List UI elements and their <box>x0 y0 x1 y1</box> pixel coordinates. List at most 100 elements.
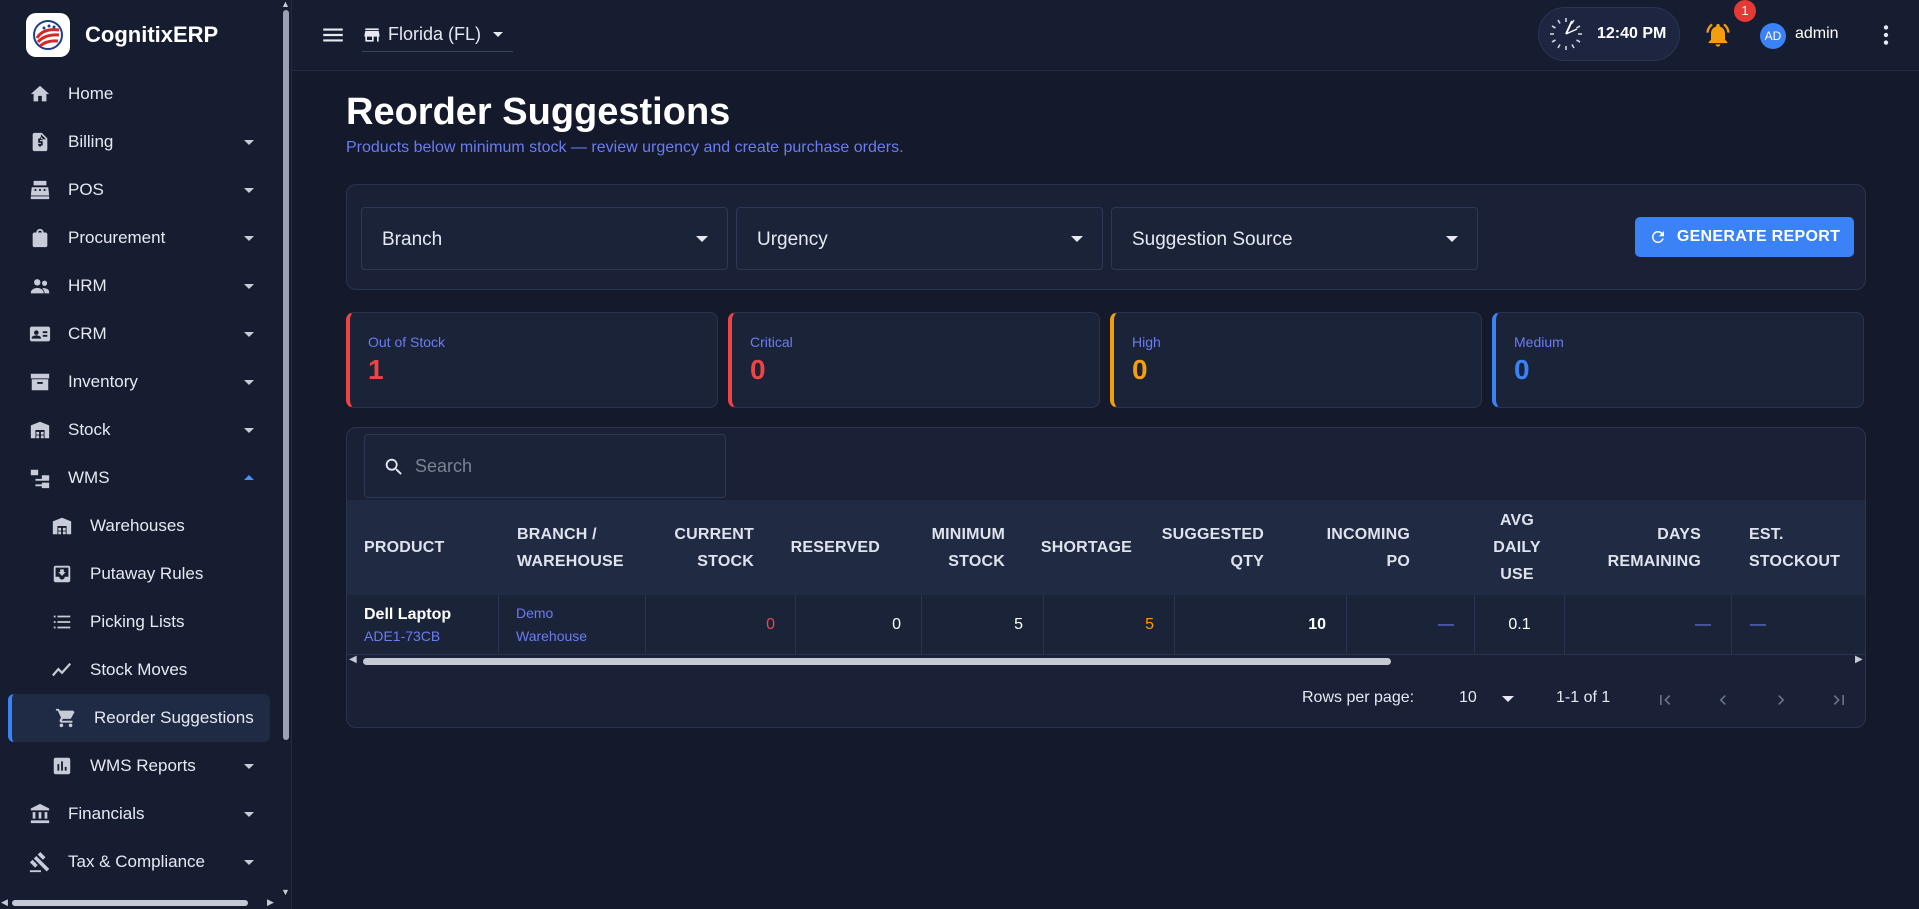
column-header-incoming-po[interactable]: INCOMING PO <box>1307 500 1410 595</box>
branch-selector[interactable]: Florida (FL) <box>362 18 514 52</box>
chevron-down-icon <box>244 140 254 145</box>
brand-name: CognitixERP <box>85 22 219 47</box>
product-sku[interactable]: ADE1-73CB <box>364 628 440 644</box>
column-header-minimum-stock[interactable]: MINIMUM STOCK <box>907 500 1005 595</box>
table-horizontal-scrollbar-thumb[interactable] <box>363 658 1391 665</box>
search-input[interactable] <box>415 453 705 479</box>
chevron-down-icon <box>244 812 254 817</box>
sidebar-item-pos[interactable]: POS <box>0 166 280 214</box>
sidebar-item-warehouses[interactable]: Warehouses <box>0 502 280 550</box>
page-title: Reorder Suggestions <box>346 91 731 133</box>
high-card: High 0 <box>1110 312 1482 408</box>
warehouse-link[interactable]: Demo Warehouse <box>516 602 587 648</box>
username[interactable]: admin <box>1795 25 1839 43</box>
sidebar-item-label: Warehouses <box>90 516 185 535</box>
sidebar-item-crm[interactable]: CRM <box>0 310 280 358</box>
brand-logo <box>26 13 70 57</box>
sidebar-item-billing[interactable]: Billing <box>0 118 280 166</box>
scroll-left-arrow-icon[interactable]: ◀ <box>349 654 357 665</box>
sidebar-item-label: WMS <box>68 468 110 487</box>
menu-icon[interactable] <box>320 22 346 48</box>
branch-filter-label: Branch <box>382 229 443 250</box>
sidebar-item-financials[interactable]: Financials <box>0 790 280 838</box>
avatar[interactable]: AD <box>1760 23 1786 49</box>
column-header-branch-warehouse[interactable]: BRANCH / WAREHOUSE <box>517 500 637 595</box>
sidebar-item-inventory[interactable]: Inventory <box>0 358 280 406</box>
sidebar-item-tax-compliance[interactable]: Tax & Compliance <box>0 838 280 886</box>
sidebar-item-reorder-suggestions[interactable]: Reorder Suggestions <box>8 694 270 742</box>
column-header-avg-daily-use[interactable]: AVG DAILY USE <box>1482 500 1552 595</box>
column-header-est-stockout[interactable]: EST. STOCKOUT <box>1749 500 1859 595</box>
sidebar-item-wms-reports[interactable]: WMS Reports <box>0 742 280 790</box>
suggestion-source-filter-select[interactable]: Suggestion Source <box>1111 207 1478 270</box>
previous-page-icon[interactable] <box>1708 685 1738 715</box>
table-row[interactable]: Dell Laptop ADE1-73CB Demo Warehouse 0 0 … <box>347 595 1865 655</box>
chevron-down-icon <box>244 860 254 865</box>
branch-name: Florida (FL) <box>388 24 482 44</box>
urgency-filter-label: Urgency <box>757 229 828 250</box>
notification-badge: 1 <box>1734 0 1756 22</box>
scroll-down-arrow-icon[interactable]: ▼ <box>281 887 290 897</box>
sidebar-item-label: Reorder Suggestions <box>94 708 254 727</box>
sidebar-item-procurement[interactable]: Procurement <box>0 214 280 262</box>
sidebar-item-putaway-rules[interactable]: Putaway Rules <box>0 550 280 598</box>
sidebar-item-hrm[interactable]: HRM <box>0 262 280 310</box>
first-page-icon[interactable] <box>1650 685 1680 715</box>
scroll-right-arrow-icon[interactable]: ▶ <box>267 897 274 908</box>
card-value: 0 <box>1132 354 1148 385</box>
branch-filter-select[interactable]: Branch <box>361 207 728 270</box>
column-header-product[interactable]: PRODUCT <box>364 500 484 595</box>
trend-line-icon <box>49 657 75 683</box>
scroll-left-arrow-icon[interactable]: ◀ <box>1 897 8 908</box>
home-icon <box>27 81 53 107</box>
generate-report-button[interactable]: GENERATE REPORT <box>1635 217 1854 257</box>
sidebar-item-label: Billing <box>68 132 114 151</box>
sidebar-item-label: Putaway Rules <box>90 564 204 583</box>
warehouse-icon <box>49 513 75 539</box>
urgency-filter-select[interactable]: Urgency <box>736 207 1103 270</box>
chevron-down-icon <box>1502 696 1514 702</box>
card-label: Out of Stock <box>368 334 446 350</box>
chevron-down-icon <box>244 332 254 337</box>
scroll-right-arrow-icon[interactable]: ▶ <box>1855 654 1863 665</box>
pagination: Rows per page: 10 1-1 of 1 <box>347 673 1865 727</box>
chevron-up-icon <box>244 475 254 480</box>
more-vertical-icon[interactable] <box>1873 22 1899 48</box>
last-page-icon[interactable] <box>1824 685 1854 715</box>
sidebar-item-label: Tax & Compliance <box>68 852 206 871</box>
chevron-down-icon <box>493 31 504 37</box>
critical-card: Critical 0 <box>728 312 1100 408</box>
column-header-suggested-qty[interactable]: SUGGESTED QTY <box>1147 500 1264 595</box>
brand[interactable]: CognitixERP <box>26 13 219 57</box>
contact-card-icon <box>27 321 53 347</box>
people-icon <box>27 273 53 299</box>
column-header-reserved[interactable]: RESERVED <box>787 500 880 595</box>
column-header-shortage[interactable]: SHORTAGE <box>1027 500 1132 595</box>
sidebar-item-label: Procurement <box>68 228 166 247</box>
column-header-current-stock[interactable]: CURRENT STOCK <box>637 500 754 595</box>
sidebar-item-wms[interactable]: WMS <box>0 454 280 502</box>
gavel-icon <box>27 849 53 875</box>
filters-panel: Branch Urgency Suggestion Source GENERAT… <box>346 184 1866 290</box>
cell-branch-warehouse: Demo Warehouse <box>499 595 646 655</box>
clock-dial-icon <box>1550 18 1582 50</box>
inbox-download-icon <box>49 561 75 587</box>
card-value: 1 <box>368 354 384 385</box>
sidebar-item-picking-lists[interactable]: Picking Lists <box>0 598 280 646</box>
sidebar-scrollbar-thumb[interactable] <box>283 10 289 740</box>
sidebar-item-stock[interactable]: Stock <box>0 406 280 454</box>
next-page-icon[interactable] <box>1766 685 1796 715</box>
sidebar-item-stock-moves[interactable]: Stock Moves <box>0 646 280 694</box>
summary-cards: Out of Stock 1 Critical 0 High 0 Medium … <box>346 312 1866 408</box>
warehouse-icon <box>27 417 53 443</box>
scroll-up-arrow-icon[interactable]: ▲ <box>281 0 290 9</box>
sidebar-item-home[interactable]: Home <box>0 70 280 118</box>
sidebar-item-label: Stock Moves <box>90 660 188 679</box>
card-value: 0 <box>1514 354 1530 385</box>
invoice-icon <box>27 129 53 155</box>
rows-per-page-select[interactable]: 10 <box>1459 685 1519 713</box>
sidebar-horizontal-scrollbar-thumb[interactable] <box>12 900 248 906</box>
notification-bell-icon[interactable] <box>1704 20 1732 50</box>
cell-reserved: 0 <box>796 595 922 655</box>
column-header-days-remaining[interactable]: DAYS REMAINING <box>1587 500 1701 595</box>
